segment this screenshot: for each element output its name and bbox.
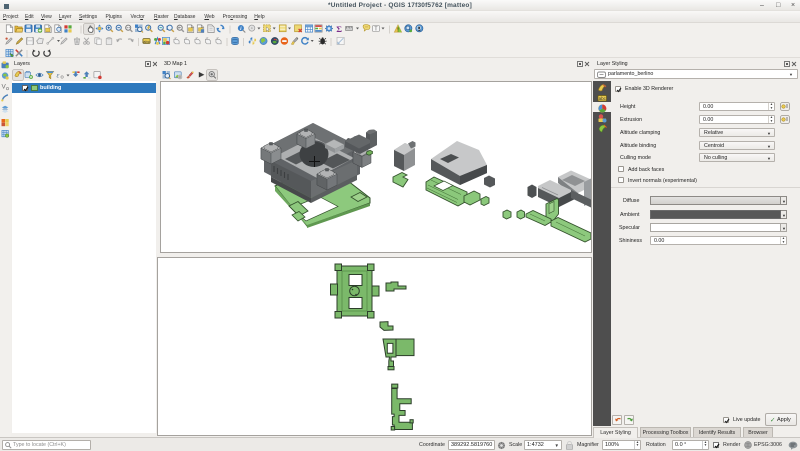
svg-text:Σ: Σ: [336, 24, 342, 34]
svg-text:ε: ε: [57, 71, 60, 79]
svg-text:abc: abc: [599, 96, 607, 101]
svg-text:V: V: [2, 84, 7, 91]
svg-text:abc: abc: [143, 39, 149, 44]
